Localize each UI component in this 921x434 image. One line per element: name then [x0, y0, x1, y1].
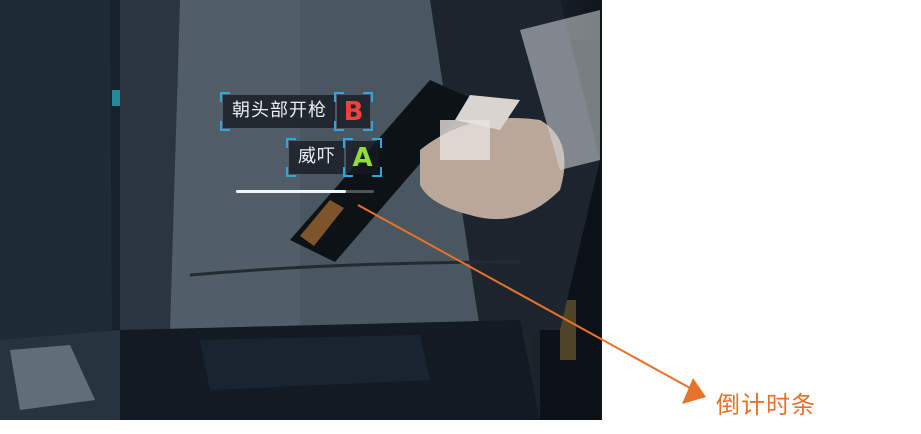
- annotation-label: 倒计时条: [716, 391, 816, 419]
- annotation-arrow: [357, 204, 706, 404]
